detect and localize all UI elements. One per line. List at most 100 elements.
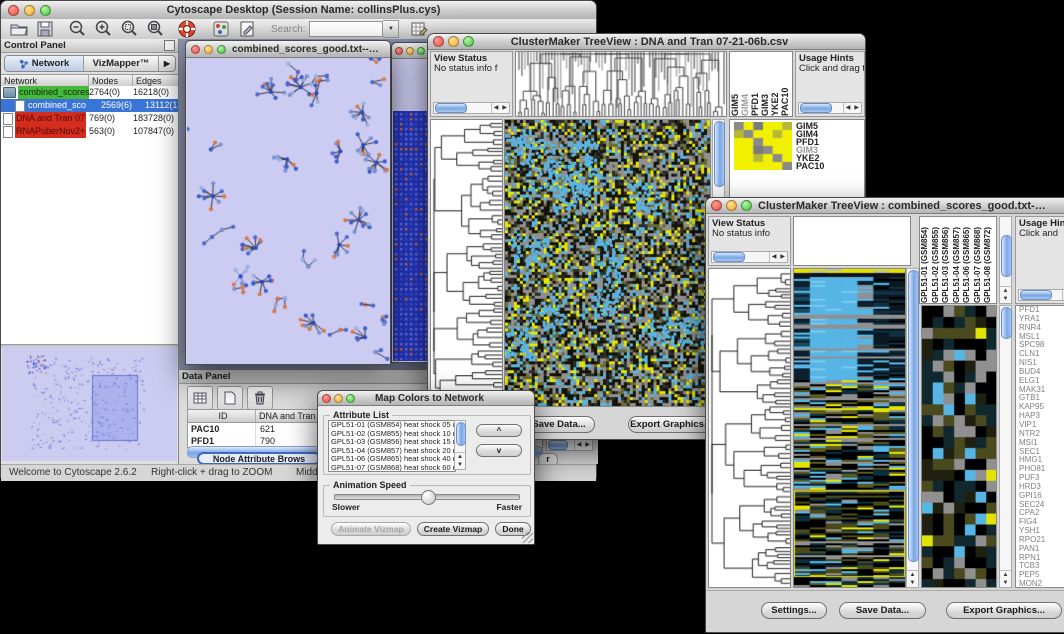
tv1-heatmap[interactable] bbox=[504, 119, 711, 407]
zoom-window-icon[interactable] bbox=[40, 5, 51, 16]
tv2-column-label[interactable]: GPL51-07 (GSM868) bbox=[973, 217, 984, 303]
attribute-select-icon[interactable] bbox=[187, 386, 213, 410]
scroll-right-icon[interactable]: ▶ bbox=[500, 103, 509, 113]
tv1-column-label[interactable]: GIM4 bbox=[740, 52, 750, 116]
attribute-list-item[interactable]: GPL51-07 (GSM868) heat shock 60 min bbox=[329, 464, 455, 472]
tv2-hints-hscrollbar[interactable]: ◀▶ bbox=[1018, 289, 1064, 301]
new-attribute-icon[interactable] bbox=[217, 386, 243, 410]
tv2-status-hscrollbar[interactable]: ◀▶ bbox=[711, 251, 788, 263]
tv2-column-label[interactable]: GPL51-08 (GSM872) bbox=[983, 217, 994, 303]
tv1-column-dendrogram[interactable] bbox=[515, 51, 727, 117]
treeview2-titlebar[interactable]: ClusterMaker TreeView : combined_scores_… bbox=[706, 198, 1064, 214]
tv1-similarity-matrix[interactable] bbox=[734, 122, 792, 170]
annotation-icon[interactable] bbox=[237, 19, 257, 39]
zoom-out-icon[interactable] bbox=[67, 19, 87, 39]
tv1-gene[interactable]: PAC10 bbox=[796, 162, 824, 170]
close-icon[interactable] bbox=[191, 45, 200, 54]
help-lifering-icon[interactable] bbox=[177, 19, 197, 39]
close-icon[interactable] bbox=[322, 394, 331, 403]
float-panel-icon[interactable] bbox=[164, 40, 175, 51]
tv1-action-button[interactable]: Export Graphics... bbox=[628, 416, 714, 433]
scroll-up-icon[interactable]: ▲ bbox=[1000, 571, 1011, 579]
close-icon[interactable] bbox=[395, 47, 403, 55]
zoom-selected-icon[interactable] bbox=[119, 19, 139, 39]
network1-titlebar[interactable]: combined_scores_good.txt--cluste... bbox=[186, 41, 390, 58]
minimize-icon[interactable] bbox=[448, 36, 459, 47]
dialog-resize-grip[interactable] bbox=[522, 532, 533, 543]
tv1-hints-hscrollbar[interactable]: ◀▶ bbox=[798, 102, 862, 114]
close-icon[interactable] bbox=[8, 5, 19, 16]
tv1-column-label[interactable]: GIM5 bbox=[730, 52, 740, 116]
tv2-global-heatmap[interactable] bbox=[793, 268, 906, 588]
tv2-action-button[interactable]: Export Graphics... bbox=[946, 602, 1062, 619]
zoom-in-icon[interactable] bbox=[93, 19, 113, 39]
scroll-right-icon[interactable]: ▶ bbox=[778, 252, 787, 262]
minimize-icon[interactable] bbox=[334, 394, 343, 403]
tv2-action-button[interactable]: Save Data... bbox=[839, 602, 926, 619]
network-row[interactable]: combined_scores 2764(0) 16218(0) bbox=[1, 86, 178, 99]
search-input[interactable] bbox=[309, 21, 383, 37]
tv2-row-dendrogram[interactable] bbox=[708, 268, 791, 588]
scroll-left-icon[interactable]: ◀ bbox=[844, 103, 853, 113]
tv2-column-label[interactable]: GPL51-06 (GSM865) bbox=[962, 217, 973, 303]
tab-vizmapper[interactable]: VizMapper™ bbox=[84, 56, 159, 71]
tv1-status-hscrollbar[interactable]: ◀▶ bbox=[433, 102, 510, 114]
move-down-button[interactable]: v bbox=[476, 444, 522, 457]
network-row[interactable]: RNAPuberNov2+ 563(0) 107847(0) bbox=[1, 125, 178, 138]
tv2-genes-vscrollbar[interactable]: ▲▼ bbox=[999, 305, 1012, 588]
dp-col-id[interactable]: ID bbox=[188, 410, 256, 422]
scroll-down-icon[interactable]: ▼ bbox=[455, 461, 465, 469]
slider-thumb[interactable] bbox=[421, 490, 436, 505]
zoom-fit-icon[interactable] bbox=[145, 19, 165, 39]
tab-overflow-arrow[interactable]: ▶ bbox=[159, 56, 175, 71]
minimize-icon[interactable] bbox=[204, 45, 213, 54]
delete-attribute-icon[interactable] bbox=[247, 386, 273, 410]
main-titlebar[interactable]: Cytoscape Desktop (Session Name: collins… bbox=[1, 1, 596, 20]
zoom-window-icon[interactable] bbox=[217, 45, 226, 54]
scroll-left-icon[interactable]: ◀ bbox=[770, 252, 779, 262]
tv2-column-tree-area[interactable] bbox=[793, 216, 911, 266]
scroll-down-icon[interactable]: ▼ bbox=[1000, 579, 1011, 587]
minimize-icon[interactable] bbox=[726, 200, 737, 211]
birdseye-view[interactable] bbox=[2, 347, 177, 461]
attribute-list-vscrollbar[interactable]: ▲▼ bbox=[454, 420, 466, 470]
minimize-icon[interactable] bbox=[406, 47, 414, 55]
grid-nodes-icon[interactable] bbox=[211, 19, 231, 39]
zoom-window-icon[interactable] bbox=[463, 36, 474, 47]
scroll-down-icon[interactable]: ▼ bbox=[1000, 295, 1011, 303]
scroll-right-icon[interactable]: ▶ bbox=[583, 440, 592, 450]
tv1-column-label[interactable]: PAC10 bbox=[780, 52, 790, 116]
tab-network[interactable]: Network bbox=[5, 56, 84, 71]
animate-vizmap-button[interactable]: Animate Vizmap bbox=[331, 522, 411, 536]
close-icon[interactable] bbox=[711, 200, 722, 211]
zoom-window-icon[interactable] bbox=[417, 47, 425, 55]
move-up-button[interactable]: ^ bbox=[476, 424, 522, 437]
zoom-window-icon[interactable] bbox=[741, 200, 752, 211]
scroll-up-icon[interactable]: ▲ bbox=[455, 453, 465, 461]
close-icon[interactable] bbox=[433, 36, 444, 47]
tv2-gene[interactable]: MON2 bbox=[1019, 580, 1064, 588]
table-edit-icon[interactable] bbox=[409, 19, 429, 39]
tv2-column-label[interactable]: GPL51-02 (GSM855) bbox=[931, 217, 942, 303]
search-dropdown-button[interactable]: ▼ bbox=[383, 20, 399, 38]
tv1-column-label[interactable]: YKE2 bbox=[770, 52, 780, 116]
tv2-row1-vscrollbar[interactable]: ▲▼ bbox=[999, 216, 1012, 304]
treeview1-titlebar[interactable]: ClusterMaker TreeView : DNA and Tran 07-… bbox=[428, 34, 865, 50]
tv1-column-label[interactable]: PFD1 bbox=[750, 52, 760, 116]
scroll-up-icon[interactable]: ▲ bbox=[907, 571, 918, 579]
zoom-window-icon[interactable] bbox=[346, 394, 355, 403]
tv2-column-label[interactable]: GPL51-04 (GSM857) bbox=[952, 217, 963, 303]
scroll-left-icon[interactable]: ◀ bbox=[492, 103, 501, 113]
tv2-column-label[interactable]: GPL51-01 (GSM854) bbox=[920, 217, 931, 303]
tv1-row-dendrogram[interactable] bbox=[430, 119, 503, 407]
minimize-icon[interactable] bbox=[24, 5, 35, 16]
scroll-down-icon[interactable]: ▼ bbox=[907, 579, 918, 587]
tv2-action-button[interactable]: Settings... bbox=[761, 602, 827, 619]
scroll-right-icon[interactable]: ▶ bbox=[852, 103, 861, 113]
scroll-left-icon[interactable]: ◀ bbox=[575, 440, 584, 450]
dialog-titlebar[interactable]: Map Colors to Network bbox=[318, 391, 534, 406]
network-row[interactable]: combined_sco 2569(6) 13112(15) bbox=[1, 99, 178, 112]
create-vizmap-button[interactable]: Create Vizmap bbox=[417, 522, 489, 536]
save-icon[interactable] bbox=[35, 19, 55, 39]
scroll-up-icon[interactable]: ▲ bbox=[1000, 287, 1011, 295]
